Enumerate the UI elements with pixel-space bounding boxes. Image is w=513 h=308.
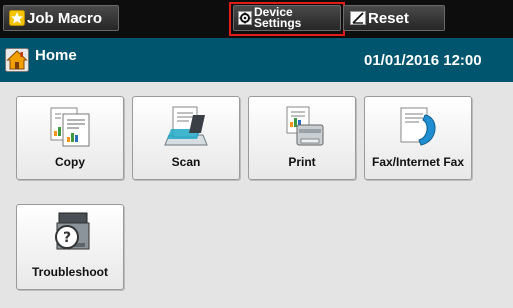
troubleshoot-label: Troubleshoot bbox=[32, 265, 108, 279]
star-icon bbox=[9, 10, 25, 26]
job-macro-button[interactable]: Job Macro bbox=[3, 5, 119, 31]
print-icon bbox=[286, 106, 324, 146]
job-macro-label: Job Macro bbox=[27, 9, 103, 27]
datetime-display: 01/01/2016 12:00 bbox=[364, 52, 482, 69]
reset-icon bbox=[350, 11, 366, 25]
troubleshoot-icon: ? bbox=[55, 212, 90, 250]
page-title: Home bbox=[35, 47, 77, 64]
device-settings-highlight bbox=[229, 2, 345, 36]
scan-icon bbox=[164, 106, 208, 146]
copy-icon bbox=[50, 107, 90, 147]
scan-tile[interactable]: Scan bbox=[132, 96, 240, 180]
home-icon[interactable] bbox=[5, 48, 29, 72]
svg-text:?: ? bbox=[63, 230, 71, 246]
fax-label: Fax/Internet Fax bbox=[371, 155, 465, 169]
reset-button[interactable]: Reset bbox=[343, 5, 445, 31]
copy-label: Copy bbox=[55, 155, 85, 169]
scan-label: Scan bbox=[171, 155, 201, 169]
fax-tile[interactable]: Fax/Internet Fax bbox=[364, 96, 472, 180]
troubleshoot-tile[interactable]: ? Troubleshoot bbox=[16, 204, 124, 290]
reset-label: Reset bbox=[368, 9, 409, 27]
copy-tile[interactable]: Copy bbox=[16, 96, 124, 180]
print-label: Print bbox=[288, 155, 316, 169]
fax-icon bbox=[400, 107, 436, 146]
print-tile[interactable]: Print bbox=[248, 96, 356, 180]
